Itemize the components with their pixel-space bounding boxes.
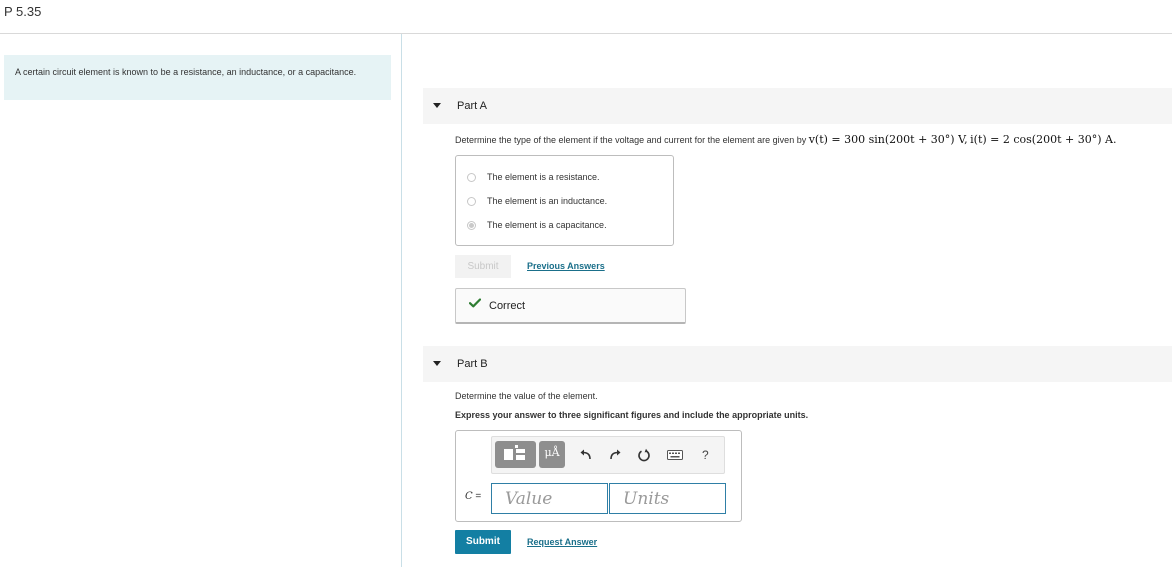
collapse-triangle-icon[interactable] xyxy=(433,361,441,366)
part-a-question: Determine the type of the element if the… xyxy=(455,133,1116,146)
page-header: P 5.35 xyxy=(0,0,1172,34)
choice-inductance[interactable]: The element is an inductance. xyxy=(467,194,607,208)
radio-capacitance[interactable] xyxy=(467,220,476,230)
units-button[interactable]: μÅ xyxy=(539,441,565,468)
choice-group: The element is a resistance. The element… xyxy=(455,155,674,246)
vertical-divider xyxy=(401,34,402,567)
choice-resistance[interactable]: The element is a resistance. xyxy=(467,170,600,184)
intro-text: A certain circuit element is known to be… xyxy=(15,67,357,77)
equals-sign: = xyxy=(472,491,482,502)
part-b-instruction: Express your answer to three significant… xyxy=(455,410,809,420)
part-a-header[interactable]: Part A xyxy=(423,88,1172,124)
part-a-submit-button[interactable]: Submit xyxy=(455,255,511,278)
page-title: P 5.35 xyxy=(4,4,42,19)
keyboard-icon[interactable] xyxy=(667,450,683,460)
part-b-question: Determine the value of the element. xyxy=(455,391,598,401)
feedback-box: Correct xyxy=(455,288,686,324)
choice-capacitance[interactable]: The element is a capacitance. xyxy=(467,218,607,232)
reset-icon[interactable] xyxy=(637,448,651,462)
current-equation: i(t) = 2 cos(200t + 30°) A xyxy=(970,133,1113,146)
equation-separator: , xyxy=(964,133,968,146)
choice-label: The element is a resistance. xyxy=(487,172,600,182)
variable-symbol: C xyxy=(465,491,473,502)
templates-icon[interactable] xyxy=(495,441,536,468)
units-input[interactable] xyxy=(609,483,726,514)
request-answer-link[interactable]: Request Answer xyxy=(527,537,597,547)
feedback-label: Correct xyxy=(489,300,526,312)
part-b-submit-button[interactable]: Submit xyxy=(455,530,511,554)
part-a-label: Part A xyxy=(457,100,487,112)
math-toolbar: μÅ ? xyxy=(491,436,725,474)
checkmark-icon xyxy=(469,298,481,308)
part-b-header[interactable]: Part B xyxy=(423,346,1172,382)
choice-label: The element is a capacitance. xyxy=(487,220,607,230)
voltage-equation: v(t) = 300 sin(200t + 30°) V xyxy=(808,133,965,146)
value-input[interactable] xyxy=(491,483,608,514)
undo-icon[interactable] xyxy=(579,448,593,462)
collapse-triangle-icon[interactable] xyxy=(433,103,441,108)
previous-answers-link[interactable]: Previous Answers xyxy=(527,261,605,271)
problem-intro: A certain circuit element is known to be… xyxy=(4,55,391,100)
equation-end: . xyxy=(1112,133,1117,146)
choice-label: The element is an inductance. xyxy=(487,196,608,206)
part-a-question-text: Determine the type of the element if the… xyxy=(455,135,807,145)
redo-icon[interactable] xyxy=(608,448,622,462)
part-b-label: Part B xyxy=(457,358,488,370)
radio-inductance[interactable] xyxy=(467,196,476,206)
help-button[interactable]: ? xyxy=(702,448,709,462)
variable-label: C = xyxy=(465,491,481,502)
radio-resistance[interactable] xyxy=(467,172,476,182)
